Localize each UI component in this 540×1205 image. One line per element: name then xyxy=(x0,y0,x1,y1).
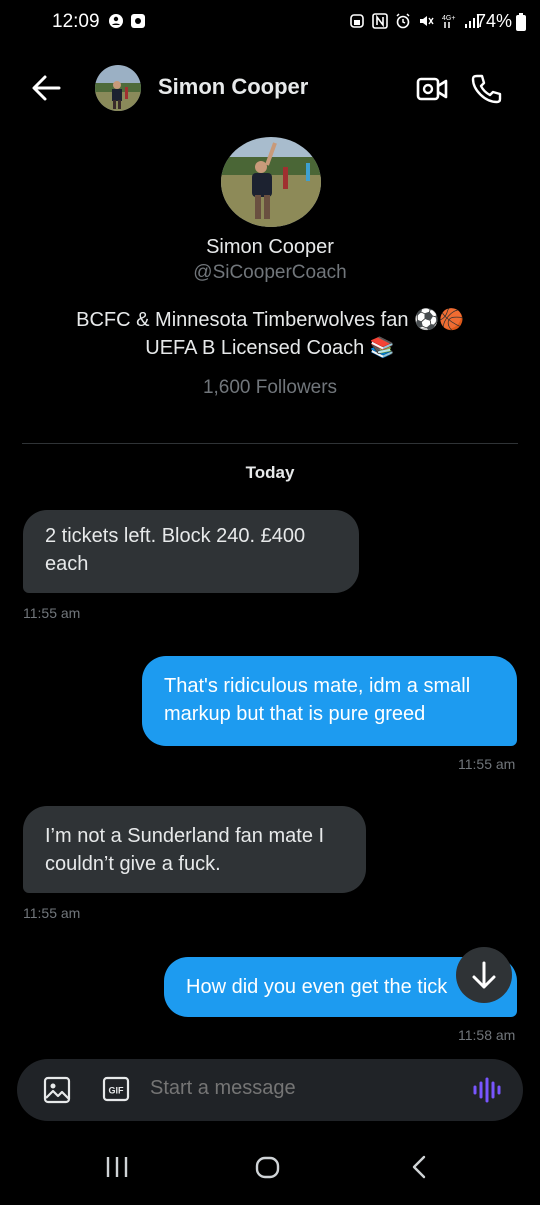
day-separator: Today xyxy=(245,463,295,482)
divider xyxy=(22,443,518,444)
message-text-line: 2 tickets left. Block 240. £400 xyxy=(45,525,306,547)
message-text-line: That's ridiculous mate, idm a small xyxy=(164,675,471,697)
svg-text:4G+: 4G+ xyxy=(442,15,455,22)
message-text-line: markup but that is pure greed xyxy=(164,703,426,725)
app-notification-icon xyxy=(131,14,145,28)
conversation-header: Simon Cooper xyxy=(0,56,540,120)
message-timestamp: 11:58 am xyxy=(458,1027,516,1043)
message-input[interactable] xyxy=(150,1077,450,1100)
profile-bio-line: BCFC & Minnesota Timberwolves fan ⚽🏀 xyxy=(76,309,464,331)
header-contact-name[interactable]: Simon Cooper xyxy=(158,74,308,100)
gif-icon[interactable]: GIF xyxy=(102,1076,130,1102)
message-timestamp: 11:55 am xyxy=(23,905,81,921)
battery-percent: 74% xyxy=(475,11,512,31)
home-button[interactable] xyxy=(247,1149,287,1189)
message-text-line: couldn’t give a fuck. xyxy=(45,853,221,875)
message-text-line: I’m not a Sunderland fan mate I xyxy=(45,825,325,847)
notification-icon xyxy=(109,14,123,28)
nfc-icon xyxy=(372,13,388,29)
scroll-to-bottom-button[interactable] xyxy=(456,947,512,1003)
message-timestamp: 11:55 am xyxy=(23,605,81,621)
arrow-down-icon xyxy=(472,961,496,989)
message-text-line: each xyxy=(45,553,89,575)
network-4g-icon: 4G+ xyxy=(442,15,455,28)
recent-apps-button[interactable] xyxy=(100,1149,140,1189)
followers-count[interactable]: 1,600 Followers xyxy=(0,377,540,399)
header-avatar[interactable] xyxy=(95,65,141,111)
profile-avatar[interactable] xyxy=(221,137,321,227)
battery-indicator: 74% xyxy=(476,11,526,32)
profile-name: Simon Cooper xyxy=(206,236,334,258)
message-bubble-incoming[interactable]: I’m not a Sunderland fan mate I couldn’t… xyxy=(23,806,366,893)
back-button[interactable] xyxy=(400,1149,440,1189)
status-right-icons: 4G+ xyxy=(349,13,480,29)
video-call-icon[interactable] xyxy=(416,75,448,103)
lock-app-icon xyxy=(350,14,364,28)
profile-bio: BCFC & Minnesota Timberwolves fan ⚽🏀 UEF… xyxy=(0,306,540,362)
message-bubble-outgoing[interactable]: That's ridiculous mate, idm a small mark… xyxy=(142,656,517,746)
status-left-icons xyxy=(108,13,146,29)
message-bubble-incoming[interactable]: 2 tickets left. Block 240. £400 each xyxy=(23,510,359,593)
mute-icon xyxy=(420,16,434,26)
avatar-photo xyxy=(95,65,141,111)
image-icon[interactable] xyxy=(43,1076,71,1104)
status-bar: 12:09 4G+ 74% xyxy=(0,0,540,48)
battery-icon xyxy=(516,12,526,31)
message-timestamp: 11:55 am xyxy=(458,756,516,772)
message-text-line: How did you even get the tick xyxy=(186,976,448,998)
profile-bio-line: UEFA B Licensed Coach 📚 xyxy=(145,337,395,359)
gif-label: GIF xyxy=(109,1086,125,1096)
back-arrow-icon[interactable] xyxy=(30,74,62,102)
voice-message-icon[interactable] xyxy=(471,1075,501,1105)
profile-photo xyxy=(221,137,321,227)
profile-handle: @SiCooperCoach xyxy=(193,262,347,283)
alarm-icon xyxy=(396,13,410,29)
system-navigation-bar xyxy=(0,1135,540,1200)
phone-icon[interactable] xyxy=(470,73,502,105)
message-composer: GIF xyxy=(17,1059,523,1121)
status-time: 12:09 xyxy=(52,11,100,32)
